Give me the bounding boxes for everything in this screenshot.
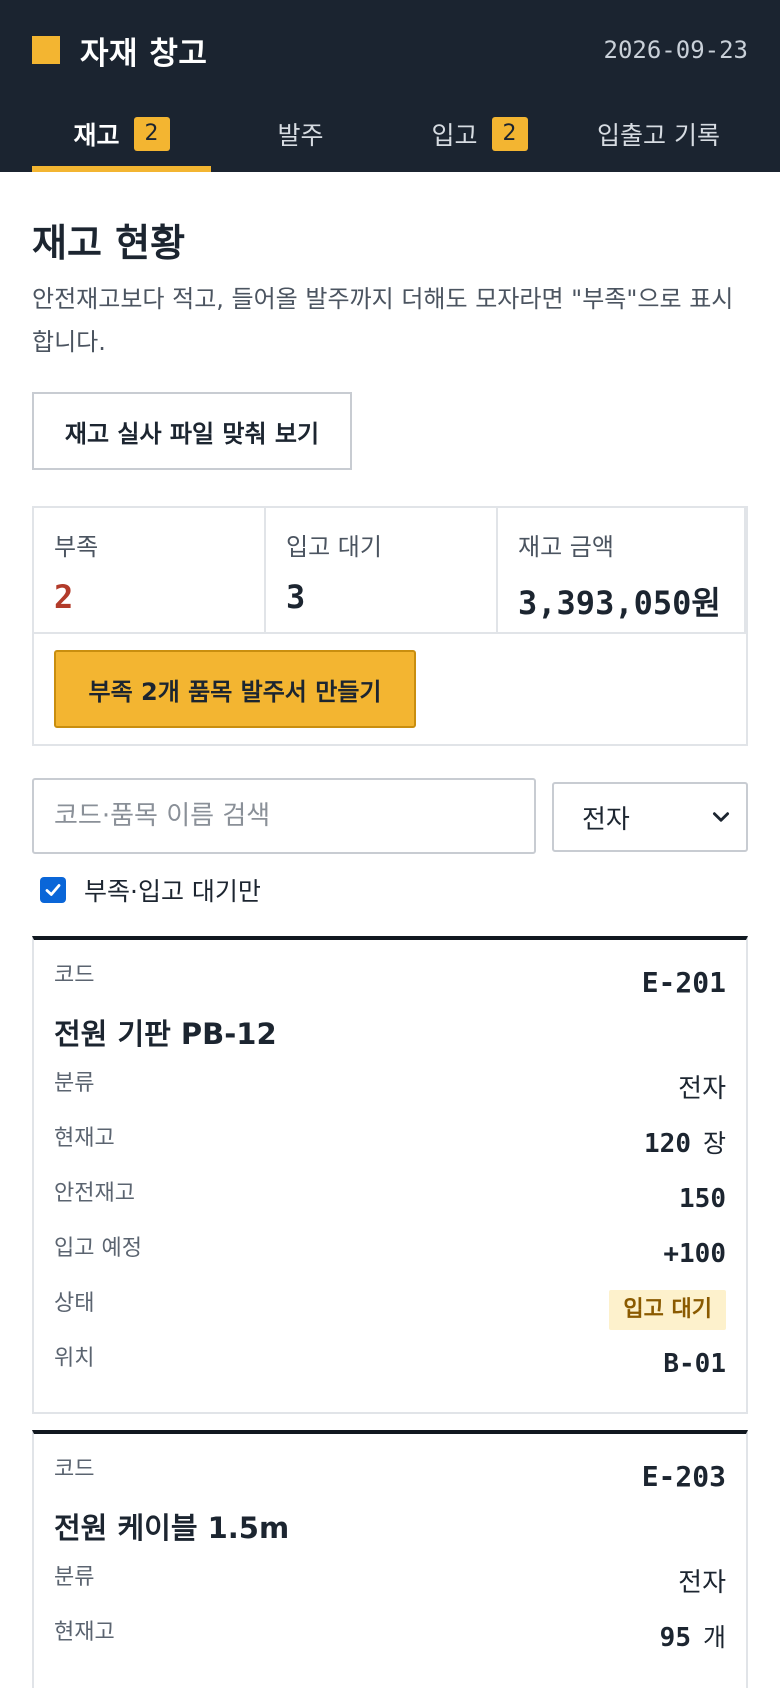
stat-value: 2 (54, 578, 74, 616)
item-stock-row: 현재고 95 개 (54, 1611, 726, 1666)
stock-unit: 장 (702, 1129, 726, 1158)
field-label: 분류 (54, 1071, 95, 1096)
tab-receiving[interactable]: 입고 2 (390, 96, 569, 172)
main-tabs: 재고 2 발주 입고 2 입출고 기록 (32, 96, 748, 172)
tab-label: 입출고 기록 (597, 121, 720, 150)
item-category-row: 분류 전자 (54, 1556, 726, 1611)
checkbox-checked-icon[interactable] (40, 877, 66, 903)
item-code-row: 코드 E-203 (54, 1434, 726, 1493)
item-name: 전원 기판 PB-12 (54, 1017, 277, 1051)
item-code-row: 코드 E-201 (54, 940, 726, 999)
stat-pending: 입고 대기 3 (266, 508, 498, 632)
stat-shortage: 부족 2 (34, 508, 266, 632)
stock-value: 95 (659, 1623, 691, 1653)
item-category: 전자 (678, 1568, 726, 1598)
item-stock: 120 장 (644, 1125, 726, 1163)
item-location: B-01 (663, 1349, 726, 1379)
item-category-row: 분류 전자 (54, 1062, 726, 1117)
field-label: 입고 예정 (54, 1236, 142, 1261)
item-code: E-201 (641, 966, 726, 999)
filter-label: 부족·입고 대기만 (84, 877, 261, 906)
tab-badge: 2 (491, 117, 528, 151)
stat-label: 입고 대기 (286, 533, 382, 561)
brand: 자재 창고 (32, 30, 208, 72)
stock-value: 120 (644, 1129, 691, 1159)
item-safety-stock: 150 (679, 1184, 726, 1214)
stock-unit: 개 (702, 1623, 726, 1652)
tab-badge: 2 (133, 117, 170, 151)
field-label: 현재고 (54, 1126, 115, 1151)
tab-label: 발주 (277, 121, 324, 150)
status-badge: 입고 대기 (609, 1290, 726, 1330)
inventory-card[interactable]: 코드 E-201 전원 기판 PB-12 분류 전자 현재고 120 장 안전재고… (32, 936, 748, 1414)
page-title: 재고 현황 (32, 221, 186, 265)
inventory-card[interactable]: 코드 E-203 전원 케이블 1.5m 분류 전자 현재고 95 개 (32, 1430, 748, 1688)
stat-label: 재고 금액 (518, 533, 614, 561)
item-incoming: +100 (663, 1239, 726, 1269)
field-label: 위치 (54, 1346, 95, 1371)
tab-label: 재고 (73, 121, 120, 150)
app-title: 자재 창고 (80, 35, 208, 72)
item-code: E-203 (641, 1460, 726, 1493)
item-stock: 95 개 (660, 1619, 726, 1657)
current-date: 2026-09-23 (603, 36, 749, 64)
app-header: 자재 창고 2026-09-23 재고 2 발주 입고 2 입출고 기록 (0, 0, 780, 172)
warehouse-logo-icon (32, 36, 60, 64)
stat-label: 부족 (54, 533, 99, 561)
stat-amount: 재고 금액 3,393,050원 (498, 508, 746, 632)
tab-history[interactable]: 입출고 기록 (569, 96, 748, 172)
summary-stats: 부족 2 입고 대기 3 재고 금액 3,393,050원 (34, 508, 746, 634)
page-description: 안전재고보다 적고, 들어올 발주까지 더해도 모자라면 "부족"으로 표시합니… (32, 285, 734, 356)
create-purchase-order-button[interactable]: 부족 2개 품목 발주서 만들기 (54, 650, 416, 728)
item-stock-row: 현재고 120 장 (54, 1117, 726, 1172)
item-safety-row: 안전재고 150 (54, 1172, 726, 1227)
tab-inventory[interactable]: 재고 2 (32, 96, 211, 172)
field-label: 상태 (54, 1291, 95, 1316)
tab-label: 입고 (431, 121, 478, 150)
search-input[interactable] (32, 778, 536, 854)
shortage-pending-filter[interactable]: 부족·입고 대기만 (40, 872, 261, 908)
category-select[interactable]: 전자 (552, 782, 748, 852)
item-location-row: 위치 B-01 (54, 1337, 726, 1392)
field-label: 코드 (54, 963, 95, 988)
chevron-down-icon (712, 812, 730, 822)
item-category: 전자 (678, 1074, 726, 1104)
stat-value: 3,393,050원 (518, 584, 721, 622)
item-status-row: 상태 입고 대기 (54, 1282, 726, 1337)
stocktake-reconcile-button[interactable]: 재고 실사 파일 맞춰 보기 (32, 392, 352, 470)
item-name: 전원 케이블 1.5m (54, 1511, 290, 1545)
category-selected-value: 전자 (582, 804, 630, 835)
stat-value: 3 (286, 578, 306, 616)
item-incoming-row: 입고 예정 +100 (54, 1227, 726, 1282)
field-label: 분류 (54, 1565, 95, 1590)
field-label: 코드 (54, 1457, 95, 1482)
field-label: 현재고 (54, 1620, 115, 1645)
tab-orders[interactable]: 발주 (211, 96, 390, 172)
field-label: 안전재고 (54, 1181, 135, 1206)
inventory-summary: 부족 2 입고 대기 3 재고 금액 3,393,050원 부족 2개 품목 발… (32, 506, 748, 746)
